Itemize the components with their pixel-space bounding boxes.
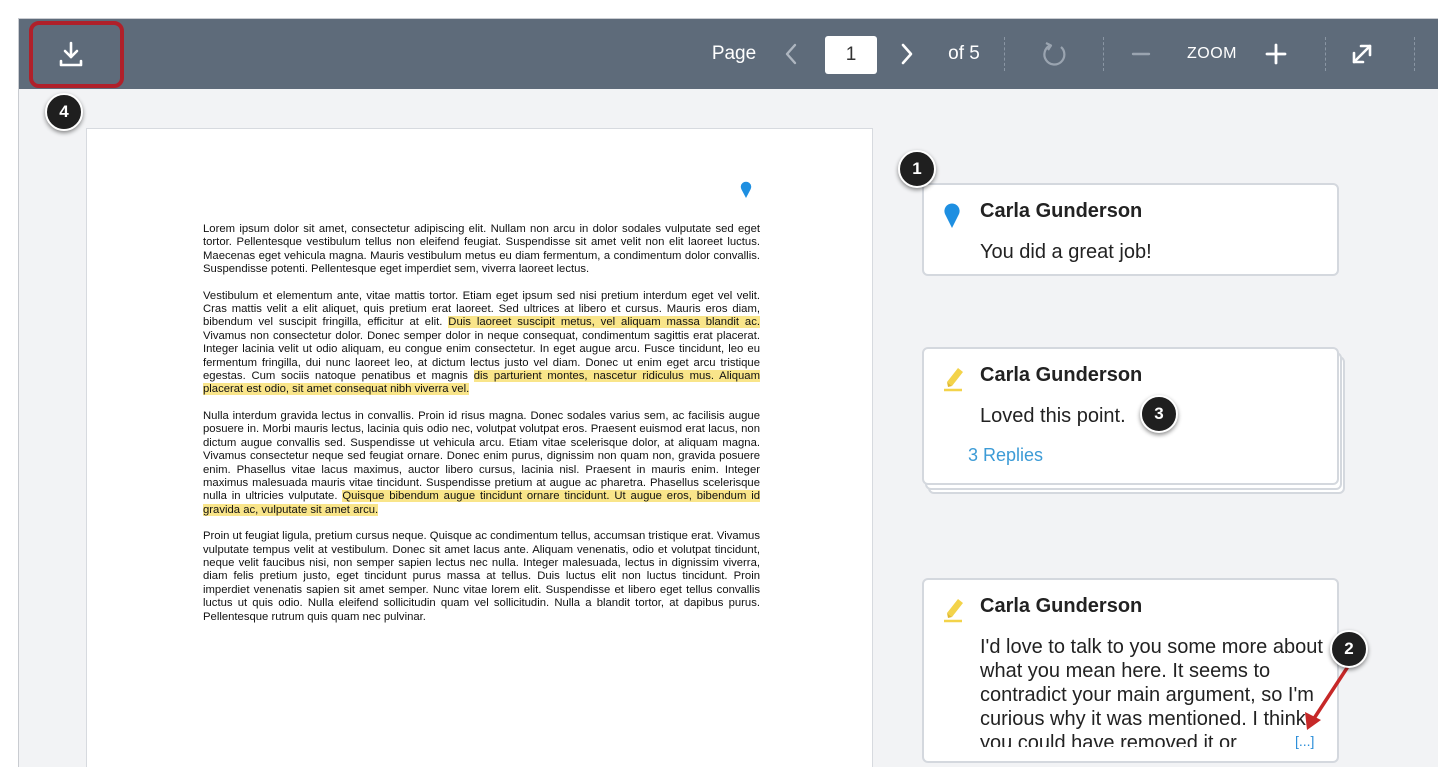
pin-icon	[944, 203, 960, 228]
document-paragraph: Lorem ipsum dolor sit amet, consectetur …	[203, 223, 760, 276]
comment-text: I'd love to talk to you some more about …	[980, 636, 1323, 747]
minus-icon	[1131, 52, 1151, 56]
page-count: of 5	[948, 43, 980, 64]
chevron-right-icon	[901, 43, 913, 65]
document-viewer: Page 1 of 5 ZOOM Lorem ipsum dolor sit a…	[18, 18, 1438, 767]
previous-page-button[interactable]	[776, 19, 806, 89]
toolbar-divider	[1325, 37, 1326, 71]
page-label: Page	[711, 43, 757, 64]
comment-card[interactable]: Carla Gunderson You did a great job!	[922, 183, 1339, 276]
rotate-button[interactable]	[1035, 19, 1075, 89]
document-paragraph: Proin ut feugiat ligula, pretium cursus …	[203, 530, 760, 623]
comment-text: You did a great job!	[980, 241, 1152, 263]
viewer-toolbar: Page 1 of 5 ZOOM	[19, 19, 1438, 89]
rotate-icon	[1043, 42, 1066, 66]
comment-author: Carla Gunderson	[980, 595, 1143, 617]
zoom-out-button[interactable]	[1124, 19, 1158, 89]
expand-icon	[1352, 44, 1372, 64]
step-badge-3: 3	[1140, 395, 1178, 433]
document-paragraph: Vestibulum et elementum ante, vitae matt…	[203, 289, 760, 396]
fullscreen-button[interactable]	[1339, 19, 1385, 89]
step-badge-1: 1	[898, 150, 936, 188]
pin-icon[interactable]	[739, 181, 753, 199]
document-text: Lorem ipsum dolor sit amet, consectetur …	[203, 223, 760, 637]
download-highlight-box	[29, 21, 124, 88]
step-badge-4: 4	[45, 93, 83, 131]
zoom-label: ZOOM	[1187, 45, 1237, 62]
expand-comment-link[interactable]: [...]	[1295, 733, 1315, 749]
chevron-left-icon	[785, 43, 797, 65]
zoom-in-button[interactable]	[1259, 19, 1293, 89]
highlighter-icon	[944, 599, 963, 623]
document-paragraph: Nulla interdum gravida lectus in convall…	[203, 409, 760, 516]
page-number-input[interactable]: 1	[825, 36, 877, 74]
toolbar-divider	[1004, 37, 1005, 71]
document-page: Lorem ipsum dolor sit amet, consectetur …	[86, 128, 873, 767]
comment-card[interactable]: Carla Gunderson I'd love to talk to you …	[922, 578, 1339, 763]
highlighter-icon	[944, 368, 963, 392]
comment-author: Carla Gunderson	[980, 200, 1143, 222]
callout-arrow	[1305, 666, 1349, 730]
comment-text: Loved this point.	[980, 405, 1126, 427]
plus-icon	[1265, 43, 1287, 65]
toolbar-divider	[1414, 37, 1415, 71]
next-page-button[interactable]	[892, 19, 922, 89]
step-badge-2: 2	[1330, 630, 1368, 668]
comment-author: Carla Gunderson	[980, 364, 1143, 386]
replies-link[interactable]: 3 Replies	[968, 445, 1043, 466]
highlighted-text[interactable]: Duis laoreet suscipit metus, vel aliquam…	[448, 316, 760, 329]
comment-card[interactable]: Carla Gunderson Loved this point. 3 Repl…	[922, 347, 1339, 485]
toolbar-divider	[1103, 37, 1104, 71]
